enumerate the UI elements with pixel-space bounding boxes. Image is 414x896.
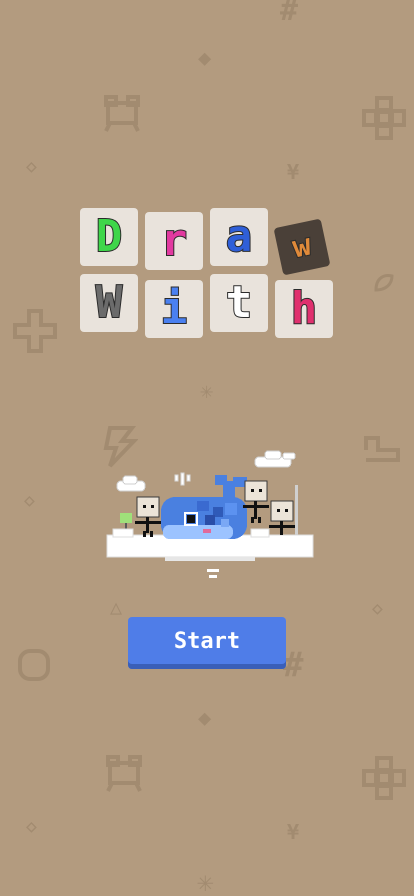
asterisk-icon: ✳ — [197, 865, 214, 896]
title-letter: W — [95, 277, 123, 328]
title-tile-t: t — [210, 274, 268, 332]
title-letter: i — [160, 283, 188, 334]
title-letter: a — [225, 211, 253, 262]
snake-icon — [360, 430, 404, 469]
title-tile-w2: W — [80, 274, 138, 332]
title-letter: r — [160, 215, 188, 266]
circle-icon — [14, 645, 54, 688]
title-letter: D — [95, 211, 123, 262]
sparkle-icon: ◇ — [26, 156, 37, 177]
hash-icon: # — [280, 0, 299, 28]
whale-illustration — [105, 445, 315, 590]
frog-icon — [102, 95, 142, 136]
title-letter: w — [288, 227, 315, 267]
title-tile-i: i — [145, 280, 203, 338]
sparkle-icon: ◇ — [26, 816, 37, 837]
title-tile-w: w — [273, 218, 331, 276]
plus-icon — [12, 308, 58, 357]
hash-icon: # — [283, 645, 304, 685]
title-screen: # ◆ ◇ ¥ ✳ ◇ △ ◇ # ◆ ◇ ¥ ✳ D r a w W i t … — [0, 0, 414, 896]
title-tile-d: D — [80, 208, 138, 266]
start-button[interactable]: Start — [128, 617, 286, 669]
flower-icon — [362, 756, 406, 803]
yen-icon: ¥ — [287, 820, 300, 844]
sparkle-icon: ◇ — [372, 598, 383, 619]
diamond-icon: ◆ — [198, 706, 212, 731]
leaf-icon — [372, 272, 396, 297]
yen-icon: ¥ — [287, 160, 300, 184]
title-letter: t — [225, 277, 253, 328]
asterisk-icon: ✳ — [200, 379, 214, 404]
title-tile-r: r — [145, 212, 203, 270]
diamond-icon: ◆ — [198, 46, 212, 71]
triangle-icon: △ — [110, 595, 123, 619]
flower-icon — [362, 96, 406, 143]
title-letter: h — [290, 283, 318, 334]
title-tile-a: a — [210, 208, 268, 266]
title-tile-h: h — [275, 280, 333, 338]
sparkle-icon: ◇ — [24, 490, 35, 511]
frog-icon — [104, 755, 144, 796]
